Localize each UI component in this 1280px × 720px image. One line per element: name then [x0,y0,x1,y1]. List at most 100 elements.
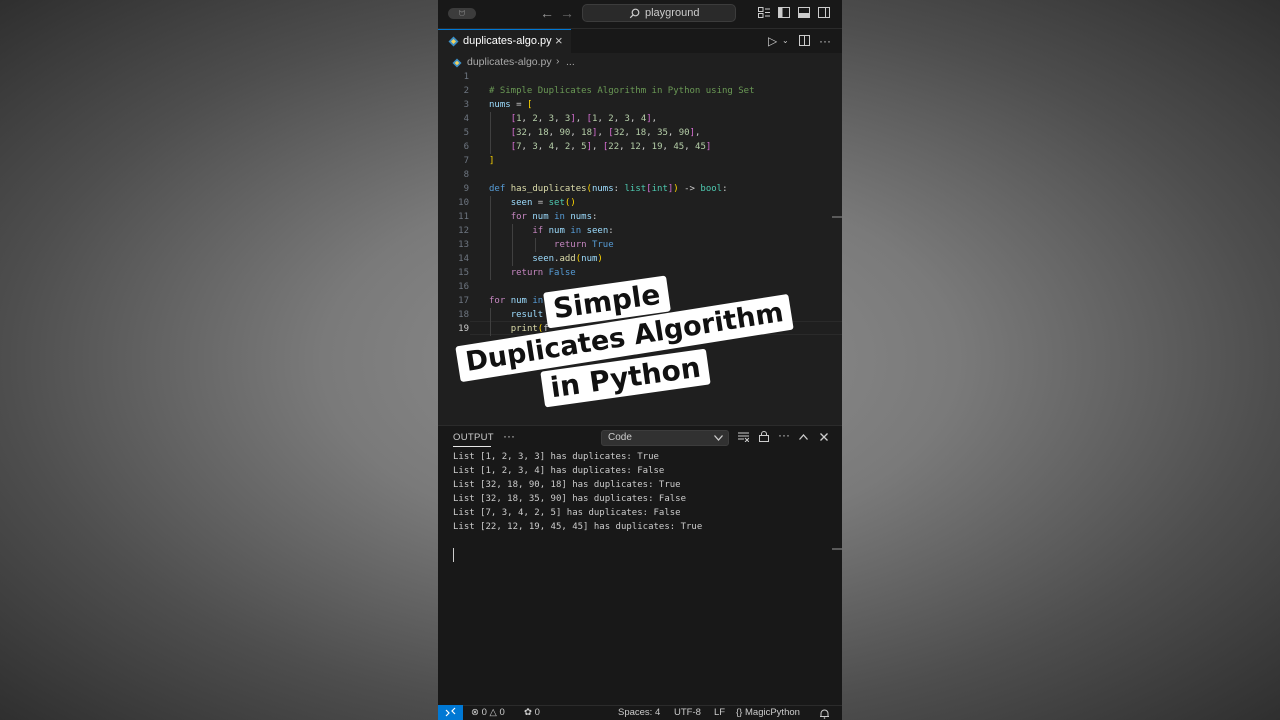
code-comment: # Simple Duplicates Algorithm in Python … [489,86,755,96]
line-number: 11 [458,212,469,222]
output-panel: OUTPUT ··· Code ··· List [1, 2, 3, 3] ha… [438,425,842,706]
code-line: 19 print(f [438,322,842,336]
errors-indicator[interactable]: ⊗ 0 △ 0 [471,707,505,718]
output-line: List [1, 2, 3, 4] has duplicates: False [453,466,665,476]
output-line: List [22, 12, 19, 45, 45] has duplicates… [453,522,703,532]
code-line: 6 [7, 3, 4, 2, 5], [22, 12, 19, 45, 45] [438,140,842,154]
code-line: 1 [438,70,842,84]
title-bar: ᗢ ← → playground [438,0,842,29]
customize-layout-icon[interactable] [758,7,770,18]
output-text[interactable]: List [1, 2, 3, 3] has duplicates: True L… [453,450,702,534]
run-options-chevron-down-icon[interactable]: ⌄ [782,36,789,45]
code-line: 11 for num in nums: [438,210,842,224]
search-label: playground [645,7,700,19]
code-line: 16 [438,280,842,294]
editor-tab-bar: duplicates-algo.py × ▷ ⌄ ··· [438,29,842,53]
scrollbar-marker [832,216,842,218]
error-icon: ⊗ [471,707,479,718]
forward-arrow-icon[interactable]: → [560,5,574,21]
error-count: 0 [481,707,487,718]
line-number: 17 [458,296,469,306]
toggle-secondary-sidebar-icon[interactable] [818,7,830,18]
breadcrumb-separator: › [556,55,560,67]
python-file-icon [452,58,462,68]
close-icon[interactable]: × [555,33,563,48]
line-number: 10 [458,198,469,208]
remote-indicator[interactable] [438,705,463,720]
language-mode[interactable]: {} MagicPython [736,707,800,718]
output-line: List [32, 18, 90, 18] has duplicates: Tr… [453,480,681,490]
ports-count: 0 [534,707,540,718]
code-line: 12 if num in seen: [438,224,842,238]
search-icon [629,8,640,19]
ports-indicator[interactable]: ✿ 0 [524,707,540,718]
back-arrow-icon[interactable]: ← [540,5,554,21]
line-number: 4 [463,114,469,124]
output-channel-select[interactable]: Code [601,430,729,446]
line-number: 7 [463,156,469,166]
line-number: 5 [463,128,469,138]
code-line: 18 result [438,308,842,322]
panel-actions-more-icon[interactable]: ··· [778,428,790,442]
run-python-file-icon[interactable]: ▷ [768,34,777,48]
maximize-panel-chevron-up-icon[interactable] [799,434,808,440]
more-actions-icon[interactable]: ··· [819,34,831,48]
toggle-panel-icon[interactable] [798,7,810,18]
code-editor[interactable]: 1 2 # Simple Duplicates Algorithm in Pyth… [438,70,842,425]
breadcrumb-file[interactable]: duplicates-algo.py [467,56,552,68]
encoding-setting[interactable]: UTF-8 [674,707,701,718]
code-line: 3 nums = [ [438,98,842,112]
language-label: MagicPython [745,707,800,718]
code-line: 8 [438,168,842,182]
code-line: 15 return False [438,266,842,280]
indentation-setting[interactable]: Spaces: 4 [618,707,660,718]
braces-icon: {} [736,707,743,718]
output-channel-value: Code [608,432,632,443]
text-cursor [453,548,454,562]
breadcrumb-symbols[interactable]: ... [566,56,575,68]
account-badge[interactable]: ᗢ [448,8,476,19]
clear-output-icon[interactable] [738,432,749,442]
broadcast-icon: ✿ [524,707,532,718]
end-of-line-setting[interactable]: LF [714,707,725,718]
chevron-down-icon [714,435,723,441]
close-panel-icon[interactable] [820,433,828,441]
code-line: 7] [438,154,842,168]
line-number: 16 [458,282,469,292]
code-line: 17 for num in [438,294,842,308]
status-bar: ⊗ 0 △ 0 ✿ 0 Spaces: 4 UTF-8 LF {} MagicP… [438,705,842,720]
code-line: 10 seen = set() [438,196,842,210]
code-line: 2 # Simple Duplicates Algorithm in Python… [438,84,842,98]
line-number: 13 [458,240,469,250]
panel-more-icon[interactable]: ··· [503,429,515,443]
code-line: 13 return True [438,238,842,252]
warning-count: 0 [499,707,505,718]
tab-label: duplicates-algo.py [463,35,552,47]
line-number: 3 [463,100,469,110]
line-number: 15 [458,268,469,278]
split-editor-icon[interactable] [799,35,810,46]
output-line: List [7, 3, 4, 2, 5] has duplicates: Fal… [453,508,681,518]
active-tab-underline [453,446,491,447]
lock-scroll-icon[interactable] [759,431,769,442]
line-number: 19 [458,324,469,334]
command-center-search[interactable]: playground [582,4,736,22]
line-number: 6 [463,142,469,152]
line-number: 8 [463,170,469,180]
tab-duplicates-algo[interactable]: duplicates-algo.py × [438,29,571,53]
code-line: 5 [32, 18, 90, 18], [32, 18, 35, 90], [438,126,842,140]
toggle-primary-sidebar-icon[interactable] [778,7,790,18]
code-line: 4 [1, 2, 3, 3], [1, 2, 3, 4], [438,112,842,126]
code-line: 9 def has_duplicates(nums: list[int]) -> … [438,182,842,196]
line-number: 2 [463,86,469,96]
line-number: 18 [458,310,469,320]
line-number: 14 [458,254,469,264]
code-line: 14 seen.add(num) [438,252,842,266]
line-number: 9 [463,184,469,194]
scrollbar-marker [832,548,842,550]
output-line: List [1, 2, 3, 3] has duplicates: True [453,452,659,462]
vscode-window: ᗢ ← → playground duplicates-algo.py × ▷ … [438,0,842,720]
remote-icon [445,707,456,717]
tab-output[interactable]: OUTPUT [453,432,494,443]
notifications-bell-icon[interactable] [820,709,829,719]
